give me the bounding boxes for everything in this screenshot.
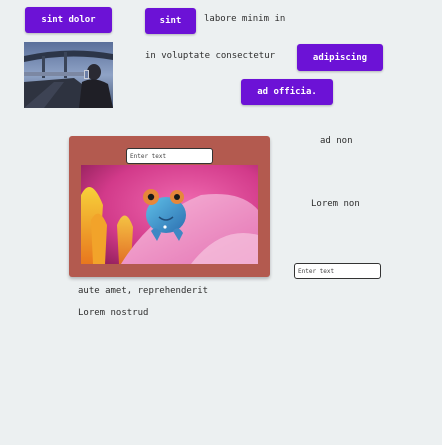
right-text-input[interactable] bbox=[294, 263, 381, 279]
lorem-non-text: Lorem non bbox=[311, 199, 360, 209]
labore-text: labore minim in bbox=[204, 14, 286, 24]
chameleon-photo-icon bbox=[81, 165, 258, 264]
chameleon-photo bbox=[81, 165, 258, 264]
aute-text: aute amet, reprehenderit bbox=[78, 286, 209, 296]
voluptate-text: in voluptate consectetur bbox=[145, 51, 276, 61]
panel-text-input[interactable] bbox=[126, 148, 213, 164]
road-photo-icon bbox=[24, 42, 113, 108]
sint-button[interactable]: sint bbox=[145, 8, 196, 34]
adipiscing-button[interactable]: adipiscing bbox=[297, 44, 383, 71]
ad-non-text: ad non bbox=[320, 136, 353, 146]
lorem-nostrud-text: Lorem nostrud bbox=[78, 308, 149, 318]
ad-officia-button[interactable]: ad officia. bbox=[241, 79, 333, 105]
sint-dolor-button[interactable]: sint dolor bbox=[25, 7, 112, 33]
road-photo bbox=[24, 42, 113, 108]
